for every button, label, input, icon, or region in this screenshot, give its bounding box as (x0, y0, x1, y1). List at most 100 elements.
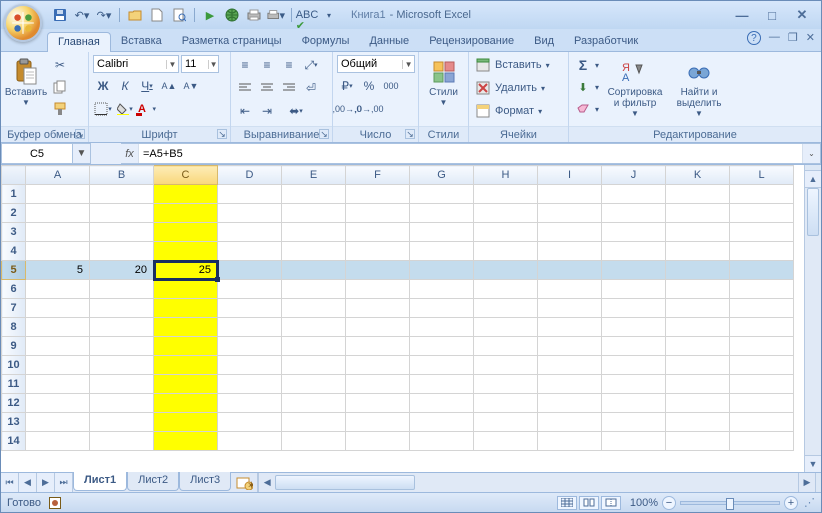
sheet-nav-first-icon[interactable]: ⏮ (1, 473, 19, 492)
cell[interactable] (154, 318, 218, 337)
cells-insert-button[interactable]: Вставить▾ (473, 55, 552, 75)
cell[interactable] (666, 356, 730, 375)
cell[interactable] (282, 299, 346, 318)
cell[interactable] (90, 223, 154, 242)
qat-customize-icon[interactable]: ▾ (320, 6, 338, 24)
zoom-slider[interactable] (680, 501, 780, 505)
hscroll-split-icon[interactable] (815, 473, 821, 492)
align-launcher[interactable]: ↘ (319, 129, 329, 139)
borders-icon[interactable]: ▾ (93, 99, 113, 119)
align-bottom-icon[interactable]: ≡ (279, 55, 299, 75)
cell[interactable] (474, 356, 538, 375)
cell[interactable] (346, 261, 410, 280)
cell[interactable] (410, 413, 474, 432)
cell[interactable] (26, 356, 90, 375)
cell[interactable] (90, 318, 154, 337)
select-all-corner[interactable] (2, 166, 26, 185)
cell[interactable] (666, 299, 730, 318)
cell[interactable] (26, 318, 90, 337)
tab-formulas[interactable]: Формулы (292, 32, 360, 51)
autosum-button[interactable]: Σ▾ (573, 55, 601, 75)
orientation-icon[interactable]: ⤢▾ (301, 55, 321, 75)
cell[interactable] (218, 242, 282, 261)
row-header[interactable]: 11 (2, 375, 26, 394)
tab-home[interactable]: Главная (47, 32, 111, 52)
cell[interactable] (26, 223, 90, 242)
cell[interactable] (538, 375, 602, 394)
cell[interactable] (346, 299, 410, 318)
cell[interactable] (666, 394, 730, 413)
cell[interactable] (346, 242, 410, 261)
cell[interactable] (218, 185, 282, 204)
cell[interactable] (474, 242, 538, 261)
resize-grip-icon[interactable]: ⋰ (804, 496, 815, 509)
cell[interactable] (218, 280, 282, 299)
cell[interactable] (602, 318, 666, 337)
sheet-nav-last-icon[interactable]: ⏭ (55, 473, 73, 492)
font-name-combo[interactable]: ▼ (93, 55, 179, 73)
clear-button[interactable]: ▾ (573, 99, 601, 119)
cell[interactable] (730, 394, 794, 413)
cell[interactable] (218, 299, 282, 318)
cell[interactable] (602, 223, 666, 242)
cell[interactable] (346, 432, 410, 451)
cell[interactable] (666, 242, 730, 261)
cell[interactable] (346, 375, 410, 394)
cell[interactable] (26, 185, 90, 204)
cell[interactable] (410, 299, 474, 318)
cell[interactable] (26, 280, 90, 299)
sort-filter-button[interactable]: ЯА Сортировка и фильтр ▼ (604, 55, 666, 118)
cell[interactable] (474, 185, 538, 204)
cell[interactable] (730, 242, 794, 261)
page-layout-view-icon[interactable] (579, 496, 599, 510)
cell[interactable] (282, 356, 346, 375)
cell[interactable] (410, 337, 474, 356)
cell[interactable] (282, 204, 346, 223)
format-painter-icon[interactable] (50, 99, 70, 119)
cell[interactable] (90, 394, 154, 413)
cell[interactable] (154, 204, 218, 223)
inc-indent-icon[interactable]: ⇥ (257, 101, 277, 121)
font-color-icon[interactable]: A▾ (137, 99, 157, 119)
close-button[interactable]: ✕ (791, 8, 813, 22)
cell[interactable] (410, 204, 474, 223)
cell[interactable] (26, 413, 90, 432)
cell[interactable] (282, 242, 346, 261)
cell[interactable] (218, 375, 282, 394)
align-right-icon[interactable] (279, 78, 299, 98)
cell[interactable] (538, 394, 602, 413)
sheet-tab-2[interactable]: Лист2 (127, 472, 179, 491)
cell[interactable] (154, 432, 218, 451)
tab-data[interactable]: Данные (359, 32, 419, 51)
cell[interactable] (474, 318, 538, 337)
column-header[interactable]: I (538, 166, 602, 185)
zoom-out-button[interactable]: − (662, 496, 676, 510)
cell[interactable] (730, 223, 794, 242)
cell[interactable] (154, 223, 218, 242)
cell[interactable] (538, 242, 602, 261)
sheet-tab-1[interactable]: Лист1 (73, 472, 127, 491)
cell[interactable] (602, 280, 666, 299)
cell[interactable] (154, 356, 218, 375)
name-box[interactable] (1, 143, 73, 164)
cell[interactable] (218, 261, 282, 280)
row-header[interactable]: 14 (2, 432, 26, 451)
cell[interactable] (474, 299, 538, 318)
cell[interactable] (218, 413, 282, 432)
cell[interactable] (26, 394, 90, 413)
fx-icon[interactable]: fx (121, 144, 139, 163)
cell[interactable] (282, 337, 346, 356)
scroll-up-icon[interactable]: ▲ (805, 171, 821, 188)
cell[interactable] (26, 204, 90, 223)
scroll-down-icon[interactable]: ▼ (805, 455, 821, 472)
dec-decimal-icon[interactable]: ,0→,00 (359, 99, 379, 119)
row-header[interactable]: 2 (2, 204, 26, 223)
cell[interactable] (410, 261, 474, 280)
cell[interactable] (602, 242, 666, 261)
column-header[interactable]: L (730, 166, 794, 185)
styles-button[interactable]: Стили ▼ (423, 55, 464, 107)
cell[interactable] (218, 356, 282, 375)
cell[interactable] (154, 185, 218, 204)
cell[interactable] (602, 394, 666, 413)
quickprint-icon[interactable] (245, 6, 263, 24)
